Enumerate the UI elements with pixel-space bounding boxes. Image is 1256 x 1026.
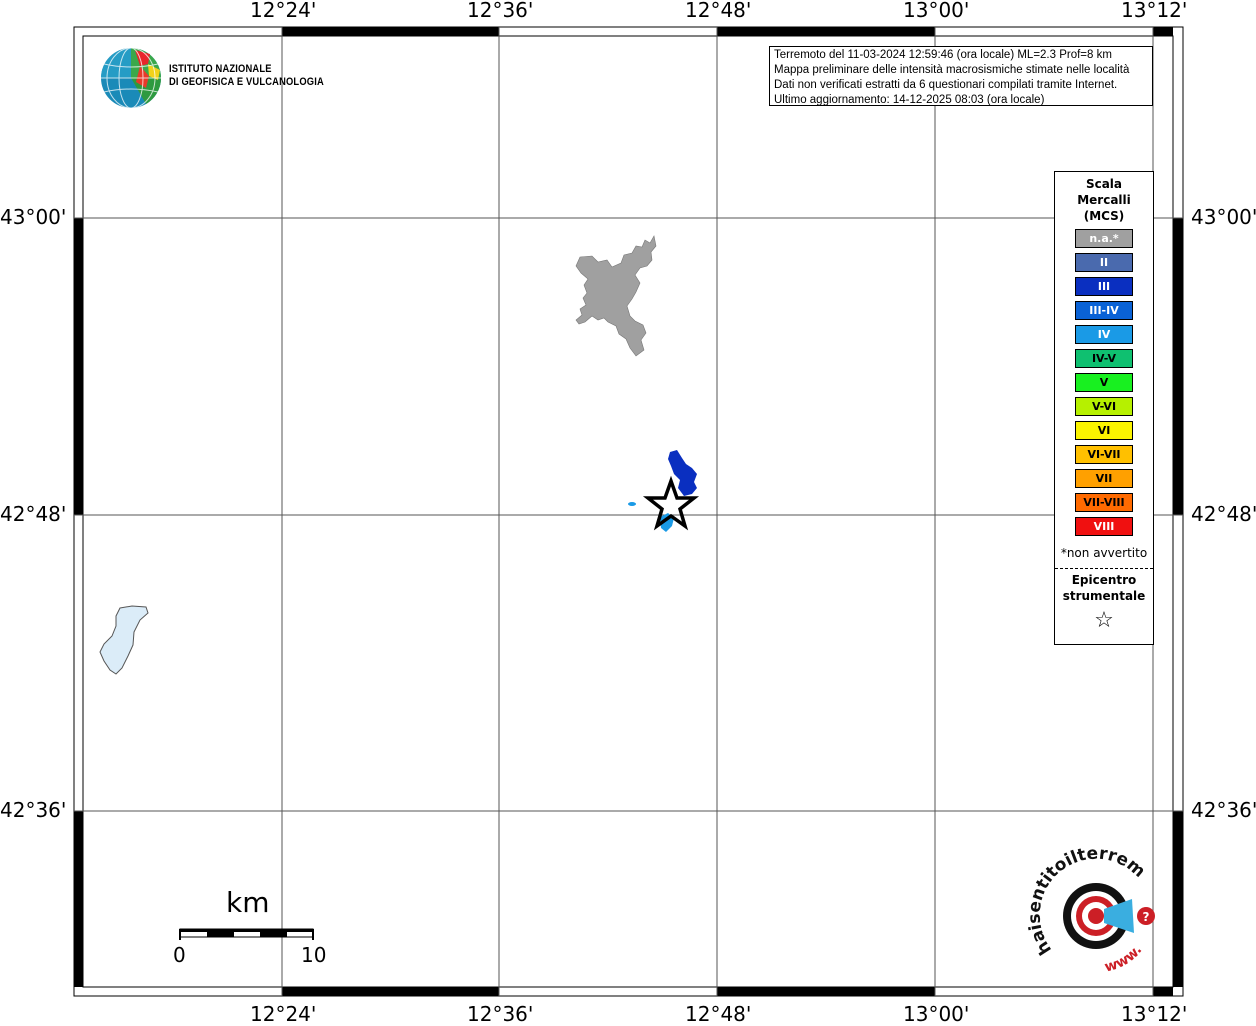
scale-bar-max: 10 <box>301 943 327 967</box>
legend-swatch-iv-v: IV-V <box>1075 349 1133 368</box>
lat-label-right-1: 43°00' <box>1191 205 1256 229</box>
legend-swatch-iii-iv: III-IV <box>1075 301 1133 320</box>
lat-label-right-2: 42°48' <box>1191 502 1256 526</box>
legend-note: *non avvertito <box>1060 546 1148 560</box>
legend-swatch-vi: VI <box>1075 421 1133 440</box>
legend-swatch-viii: VIII <box>1075 517 1133 536</box>
lon-label-bottom-2: 12°36' <box>467 1002 534 1026</box>
map-inner-frame <box>82 35 1174 988</box>
lat-label-left-2: 42°48' <box>0 502 67 526</box>
legend-swatch-iv: IV <box>1075 325 1133 344</box>
legend-star-icon: ☆ <box>1094 608 1114 633</box>
lon-label-bottom-4: 13°00' <box>903 1002 970 1026</box>
intensity-IV-small-area <box>628 502 636 506</box>
legend-swatch-v: V <box>1075 373 1133 392</box>
lon-label-bottom-5: 13°12' <box>1121 1002 1188 1026</box>
lat-label-right-3: 42°36' <box>1191 798 1256 822</box>
legend-title-line-1: Scala <box>1085 177 1123 191</box>
legend-swatch-vii-viii: VII-VIII <box>1075 493 1133 512</box>
lon-label-bottom-1: 12°24' <box>250 1002 317 1026</box>
legend-separator <box>1055 568 1153 569</box>
lon-label-top-5: 13°12' <box>1121 0 1188 22</box>
frame-scale-top <box>282 27 1173 36</box>
ingv-logo-icon <box>101 47 161 109</box>
frame-scale-left <box>74 218 83 987</box>
legend-epicenter-line-2: strumentale <box>1062 589 1146 603</box>
legend-swatch-vii: VII <box>1075 469 1133 488</box>
hst-www-text: www. <box>1103 942 1145 975</box>
lon-label-top-2: 12°36' <box>467 0 534 22</box>
lon-label-top-3: 12°48' <box>685 0 752 22</box>
legend-swatch-iii: III <box>1075 277 1133 296</box>
scale-bar <box>179 928 314 940</box>
mcs-legend: Scala Mercalli (MCS) n.a.* II III III-IV IV I… <box>1054 171 1154 645</box>
event-info-line-3: Dati non verificati estratti da 6 questi… <box>774 79 1118 91</box>
legend-swatch-n-a: n.a.* <box>1075 229 1133 248</box>
scale-bar-unit: km <box>226 886 270 919</box>
map-outer-frame <box>73 26 1184 997</box>
scale-bar-min: 0 <box>173 943 186 967</box>
hst-logo-icon: ? <box>1063 883 1155 949</box>
grey-municipality-area <box>575 235 657 357</box>
legend-epicenter-line-1: Epicentro <box>1071 573 1137 587</box>
hst-logo-text: haisentitoilterremoto.it <box>0 0 1149 958</box>
lake-polygon <box>99 605 149 675</box>
legend-title-line-2: Mercalli <box>1077 193 1131 207</box>
ingv-logo-label: ISTITUTO NAZIONALE DI GEOFISICA E VULCAN… <box>169 63 324 89</box>
legend-swatch-vi-vii: VI-VII <box>1075 445 1133 464</box>
legend-swatch-v-vi: V-VI <box>1075 397 1133 416</box>
event-info-box: Terremoto del 11-03-2024 12:59:46 (ora l… <box>769 46 1153 106</box>
lon-label-top-4: 13°00' <box>903 0 970 22</box>
legend-title: Scala Mercalli (MCS) <box>1055 176 1153 224</box>
lat-label-left-3: 42°36' <box>0 798 67 822</box>
event-info-line-1: Terremoto del 11-03-2024 12:59:46 (ora l… <box>774 49 1112 61</box>
legend-title-line-3: (MCS) <box>1083 209 1125 223</box>
ingv-line-1: ISTITUTO NAZIONALE <box>169 63 272 75</box>
event-info-line-2: Mappa preliminare delle intensità macros… <box>774 64 1130 76</box>
graticule <box>74 27 1183 996</box>
legend-swatch-ii: II <box>1075 253 1133 272</box>
frame-scale-bottom <box>282 987 1173 996</box>
lon-label-bottom-3: 12°48' <box>685 1002 752 1026</box>
svg-text:?: ? <box>1143 910 1150 924</box>
lon-label-top-1: 12°24' <box>250 0 317 22</box>
lat-label-left-1: 43°00' <box>0 205 67 229</box>
ingv-line-2: DI GEOFISICA E VULCANOLOGIA <box>169 76 324 88</box>
legend-epicenter-label: Epicentro strumentale <box>1055 572 1153 604</box>
frame-scale-right <box>1173 218 1183 987</box>
event-info-line-4: Ultimo aggiornamento: 14-12-2025 08:03 (… <box>774 94 1045 106</box>
